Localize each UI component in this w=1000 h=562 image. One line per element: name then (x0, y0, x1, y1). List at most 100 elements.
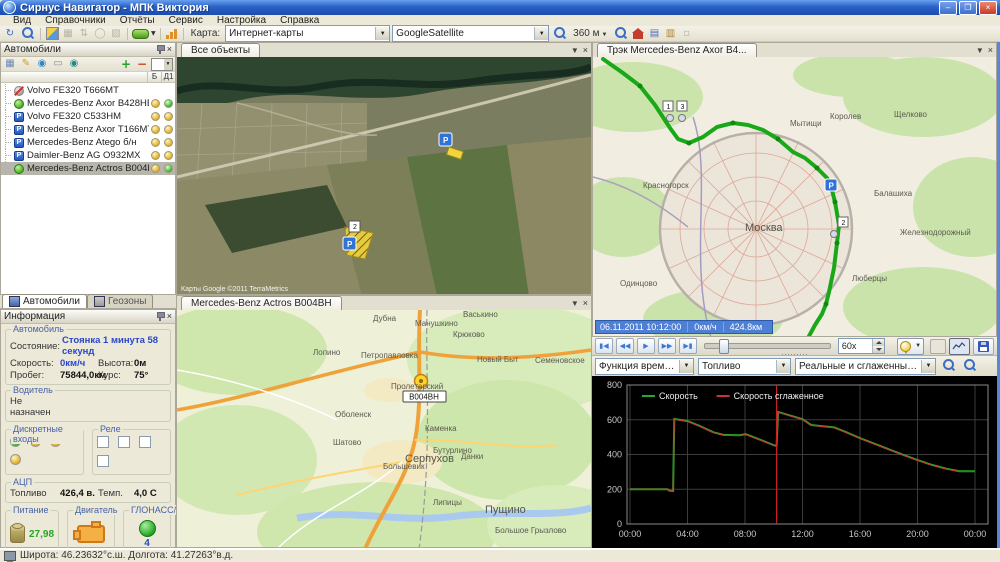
map-provider-select[interactable]: Интернет-карты ▼ (225, 25, 390, 42)
fuel-value: 426,4 в. (60, 488, 98, 499)
chart-zoom-in-button[interactable] (940, 359, 957, 373)
map-town-label: Красногорск (643, 181, 689, 190)
zoom-out-button[interactable] (612, 27, 629, 41)
globe-button[interactable]: ◉ (35, 57, 49, 71)
web-button[interactable]: ◉ (67, 57, 81, 71)
menu-item-4[interactable]: Сервис (162, 15, 210, 26)
chart-parameter-select[interactable]: Топливо ▼ (698, 358, 791, 375)
restore-button[interactable]: ❐ (959, 1, 977, 15)
vehicle-row[interactable]: PMercedes-Benz Atego б/н (1, 136, 175, 149)
vehicle-row[interactable]: Volvo FE320 Т666МТ (1, 84, 175, 97)
satellite-map[interactable]: P 2 P Карты Google ©2011 TerraMetrics (177, 57, 591, 294)
remove-vehicle-button[interactable]: − (135, 57, 149, 71)
track-parking-marker[interactable]: P (825, 179, 837, 191)
search-button[interactable] (19, 27, 36, 41)
slider-thumb[interactable] (719, 339, 729, 354)
vehicle-row[interactable]: PVolvo FE320 С533НМ (1, 110, 175, 123)
edit-button[interactable]: ✎ (19, 57, 33, 71)
relay-checkbox[interactable] (118, 436, 130, 448)
road-map[interactable]: В004ВН ДубнаМанушкиноВаськиноКрюковоЛопи… (177, 310, 591, 547)
playback-speed-spinner[interactable]: 60x (838, 338, 885, 354)
chevron-down-icon[interactable]: ▼ (571, 299, 579, 308)
driver-group: Водитель Не назначен (5, 390, 171, 422)
close-icon[interactable]: × (167, 312, 172, 321)
vehicles-toolbar: ▦ ✎ ◉ ▭ ◉ + − ▼ (1, 57, 175, 72)
status-led (164, 151, 173, 160)
svg-text:P: P (829, 182, 835, 191)
close-button[interactable]: × (979, 1, 997, 15)
report-grid-button[interactable] (45, 27, 59, 41)
menu-item-2[interactable]: Справочники (38, 15, 113, 26)
skip-end-button[interactable]: ▶▮ (679, 338, 697, 354)
vehicle-button[interactable]: ▭ (51, 57, 65, 71)
pin-icon[interactable] (156, 45, 164, 54)
refresh-button[interactable]: ↻ (3, 27, 17, 41)
menu-item-1[interactable]: Вид (6, 15, 38, 26)
chart-button[interactable] (165, 27, 179, 41)
map-layer-select[interactable]: GoogleSatellite ▼ (392, 25, 549, 42)
map-town-label: Балашиха (874, 189, 913, 198)
status-led (151, 138, 160, 147)
svg-text:00:00: 00:00 (619, 529, 642, 539)
close-icon[interactable]: × (583, 299, 588, 308)
status-led (164, 125, 173, 134)
map-scale[interactable]: 360 м▼ (573, 28, 607, 39)
chevron-down-icon: ▼ (921, 360, 935, 373)
tab-all-objects[interactable]: Все объекты (181, 43, 260, 57)
chevron-down-icon[interactable]: ▼ (571, 46, 579, 55)
chart-mode-select[interactable]: Реальные и сглаженные значен ▼ (795, 358, 936, 375)
skip-start-button[interactable]: ▮◀ (595, 338, 613, 354)
play-button[interactable]: ▶ (637, 338, 655, 354)
vehicle-row[interactable]: Mercedes-Benz Axor В428НВ (1, 97, 175, 110)
fast-forward-button[interactable]: ▶▶ (658, 338, 676, 354)
vehicle-name: Volvo FE320 С533НМ (27, 111, 149, 122)
save-button[interactable] (973, 338, 994, 355)
minimize-button[interactable]: – (939, 1, 957, 15)
status-led (164, 112, 173, 121)
marker-style-button[interactable]: ▼ (897, 338, 924, 355)
show-chart-toggle[interactable] (949, 338, 970, 355)
list-icon (9, 296, 20, 307)
vehicle-name: Volvo FE320 Т666МТ (27, 85, 149, 96)
tab-vehicles[interactable]: Автомобили (2, 294, 87, 308)
green-pill-icon (132, 29, 149, 39)
relay-checkbox[interactable] (139, 436, 151, 448)
group-button[interactable]: ▦ (3, 57, 17, 71)
tab-track[interactable]: Трэк Mercedes-Benz Axor В4... (597, 43, 757, 57)
track-map[interactable]: 1 3 P 2 КрасногорскОдинцовоМоскваМытищиК… (593, 57, 996, 336)
step-back-button[interactable]: ◀◀ (616, 338, 634, 354)
view-select[interactable]: ▼ (151, 58, 173, 71)
tab-geozones[interactable]: Геозоны (87, 294, 154, 308)
vehicle-row[interactable]: PDaimler-Benz AG О932МХ (1, 149, 175, 162)
info-panel-header: Информация × (1, 310, 175, 324)
zoom-in-button[interactable] (551, 27, 568, 41)
magnifier-icon (943, 359, 954, 370)
speed-value: 0км/ч (60, 358, 98, 369)
relay-checkbox[interactable] (97, 436, 109, 448)
add-vehicle-button[interactable]: + (119, 57, 133, 71)
track-color-button[interactable]: ▼ (132, 27, 156, 41)
tab-actros[interactable]: Mercedes-Benz Actros В004ВН (181, 296, 342, 310)
notes-button[interactable]: ▥ (663, 27, 677, 41)
playback-slider[interactable] (704, 343, 831, 349)
app-icon (3, 1, 16, 14)
menu-item-3[interactable]: Отчёты (113, 15, 162, 26)
spinner-arrows[interactable] (872, 339, 884, 353)
chevron-down-icon[interactable]: ▼ (976, 46, 984, 55)
close-icon[interactable]: × (167, 45, 172, 54)
home-button[interactable] (631, 27, 645, 41)
relay-checkbox[interactable] (97, 455, 109, 467)
svg-text:12:00: 12:00 (791, 529, 814, 539)
pin-icon[interactable] (156, 312, 164, 321)
map-town-label: Лопино (313, 348, 341, 357)
playback-buttons: ▮◀◀◀▶▶▶▶▮ (595, 338, 697, 354)
chart-function-select[interactable]: Функция времени ▼ (595, 358, 694, 375)
list-button[interactable]: ▤ (647, 27, 661, 41)
chart-zoom-out-button[interactable] (961, 359, 978, 373)
speed-chart: 020040060080000:0004:0008:0012:0016:0020… (592, 376, 997, 548)
vehicle-row[interactable]: Mercedes-Benz Actros В004ВН (1, 162, 175, 175)
close-icon[interactable]: × (988, 46, 993, 55)
title-bar[interactable]: Сирнус Навигатор - МПК Виктория – ❐ × (0, 0, 1000, 15)
close-icon[interactable]: × (583, 46, 588, 55)
vehicle-row[interactable]: PMercedes-Benz Axor Т166МТ (1, 123, 175, 136)
